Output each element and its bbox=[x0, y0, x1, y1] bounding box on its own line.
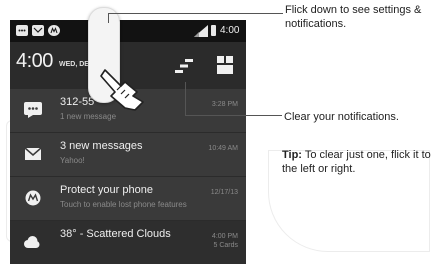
header-time: 4:00 bbox=[16, 50, 53, 72]
status-time: 4:00 bbox=[220, 25, 240, 36]
notification-title: 38° - Scattered Clouds bbox=[60, 228, 171, 240]
notification-item[interactable]: Protect your phone Touch to enable lost … bbox=[10, 176, 246, 220]
callout-line bbox=[185, 82, 186, 115]
notification-subtitle: Yahoo! bbox=[60, 156, 85, 165]
callout-line bbox=[108, 13, 283, 14]
motorola-notification-icon bbox=[48, 25, 60, 36]
signal-icon bbox=[194, 25, 208, 37]
callout-clear-text: Clear your notifications. bbox=[284, 111, 399, 123]
battery-icon bbox=[211, 25, 216, 36]
callout-tip: Tip: To clear just one, flick it to the … bbox=[282, 148, 436, 176]
phone-screen: 4:00 4:00 WED, DE 18 312-55 1 new messag… bbox=[10, 20, 246, 264]
notification-title: 3 new messages bbox=[60, 140, 143, 152]
hand-pointer-icon bbox=[100, 69, 144, 111]
notification-item[interactable]: 3 new messages Yahoo! 10:49 AM bbox=[10, 132, 246, 176]
tip-label: Tip: bbox=[282, 149, 302, 161]
notification-time: 4:00 PM 5 Cards bbox=[212, 232, 238, 250]
quick-settings-icon[interactable] bbox=[217, 56, 233, 74]
notification-time: 10:49 AM bbox=[208, 145, 238, 152]
notification-time-value: 4:00 PM bbox=[211, 233, 238, 240]
notification-item[interactable]: 38° - Scattered Clouds 4:00 PM 5 Cards bbox=[10, 220, 246, 264]
notification-subtitle: Touch to enable lost phone features bbox=[60, 200, 187, 209]
notification-time: 12/17/13 bbox=[210, 189, 238, 196]
callout-line bbox=[108, 13, 109, 23]
cloud-icon bbox=[24, 236, 40, 248]
chat-icon bbox=[24, 102, 42, 118]
tip-text: To clear just one, flick it to the left … bbox=[282, 149, 431, 175]
motorola-icon bbox=[25, 190, 41, 206]
status-bar[interactable]: 4:00 bbox=[10, 20, 246, 42]
chat-notification-icon bbox=[16, 25, 28, 36]
notification-title: Protect your phone bbox=[60, 184, 153, 196]
callout-swipe-text: Flick down to see settings & notificatio… bbox=[285, 4, 422, 30]
notification-time: 3:28 PM bbox=[211, 101, 238, 108]
clear-all-icon[interactable] bbox=[175, 58, 193, 74]
notification-title: 312-55 bbox=[60, 96, 95, 108]
callout-line bbox=[185, 115, 282, 116]
mail-icon bbox=[24, 147, 42, 160]
mail-notification-icon bbox=[32, 25, 44, 36]
notification-card-count: 5 Cards bbox=[213, 242, 238, 249]
